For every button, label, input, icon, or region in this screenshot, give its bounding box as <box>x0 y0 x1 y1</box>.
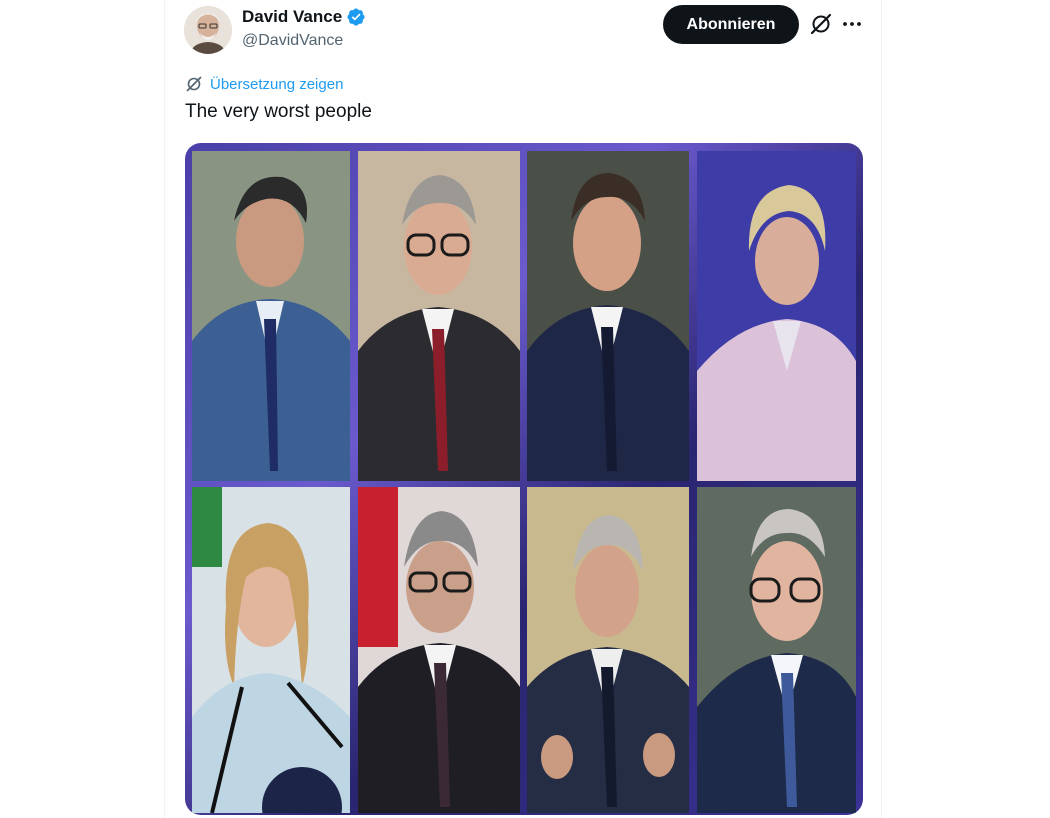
author-handle[interactable]: @DavidVance <box>242 32 343 50</box>
photo-tile-1 <box>192 151 350 481</box>
author-name[interactable]: David Vance <box>242 7 342 27</box>
verified-badge-icon <box>347 8 365 26</box>
show-translation-link[interactable]: Übersetzung zeigen <box>185 75 343 93</box>
author-avatar[interactable] <box>184 6 232 54</box>
tweet-media[interactable] <box>185 143 863 815</box>
photo-tile-7 <box>527 487 689 813</box>
photo-tile-6 <box>358 487 520 813</box>
author-name-row: David Vance <box>242 7 366 27</box>
photo-tile-4 <box>697 151 856 481</box>
translate-icon <box>186 76 202 92</box>
show-translation-label[interactable]: Übersetzung zeigen <box>210 76 343 93</box>
tweet-text: The very worst people <box>185 101 372 122</box>
photo-tile-5 <box>192 487 350 813</box>
more-options-icon[interactable] <box>838 10 866 38</box>
photo-tile-3 <box>527 151 689 481</box>
grok-icon[interactable] <box>807 10 835 38</box>
photo-tile-8 <box>697 487 856 813</box>
subscribe-button[interactable]: Abonnieren <box>663 5 799 44</box>
photo-tile-2 <box>358 151 520 481</box>
